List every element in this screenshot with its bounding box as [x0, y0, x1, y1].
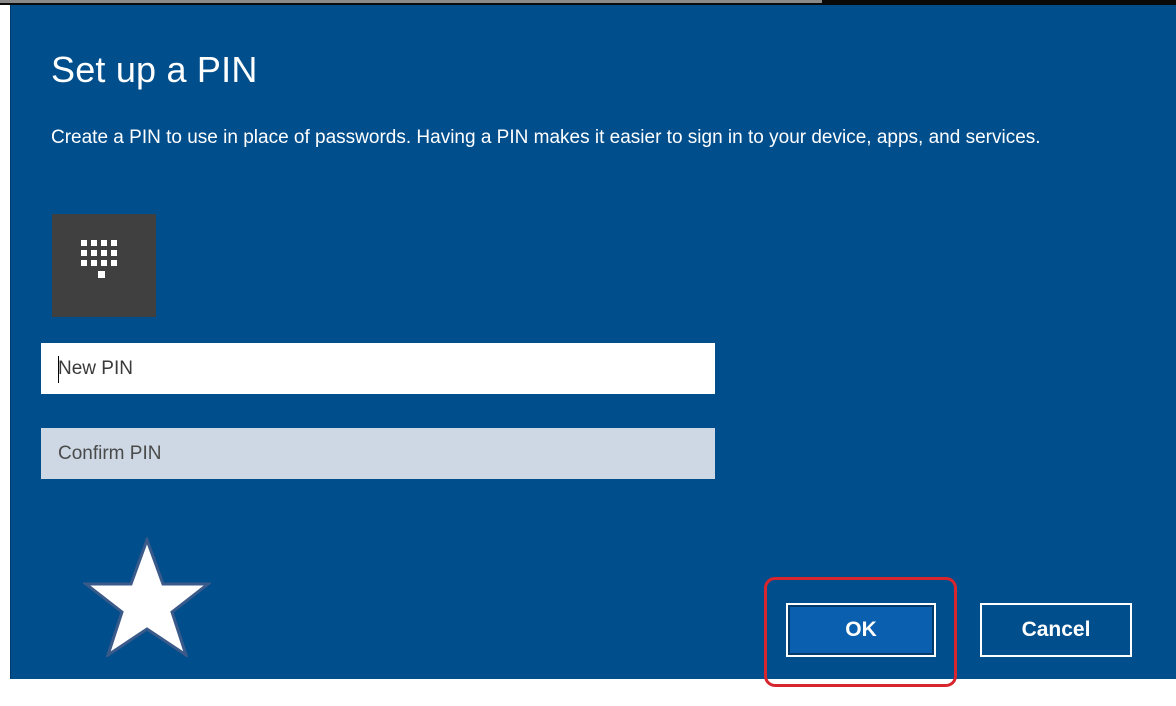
confirm-pin-input[interactable] [41, 428, 715, 479]
dialog-description: Create a PIN to use in place of password… [51, 127, 1041, 148]
star-icon [81, 535, 213, 662]
screenshot: Set up a PIN Create a PIN to use in plac… [0, 0, 1176, 706]
ok-button[interactable]: OK [786, 603, 936, 657]
new-pin-input[interactable] [41, 343, 715, 394]
text-cursor [58, 356, 59, 383]
dialog-title: Set up a PIN [51, 49, 258, 90]
cancel-button[interactable]: Cancel [980, 603, 1132, 657]
window-top-edge-highlight [0, 0, 822, 3]
keypad-icon [52, 214, 156, 317]
